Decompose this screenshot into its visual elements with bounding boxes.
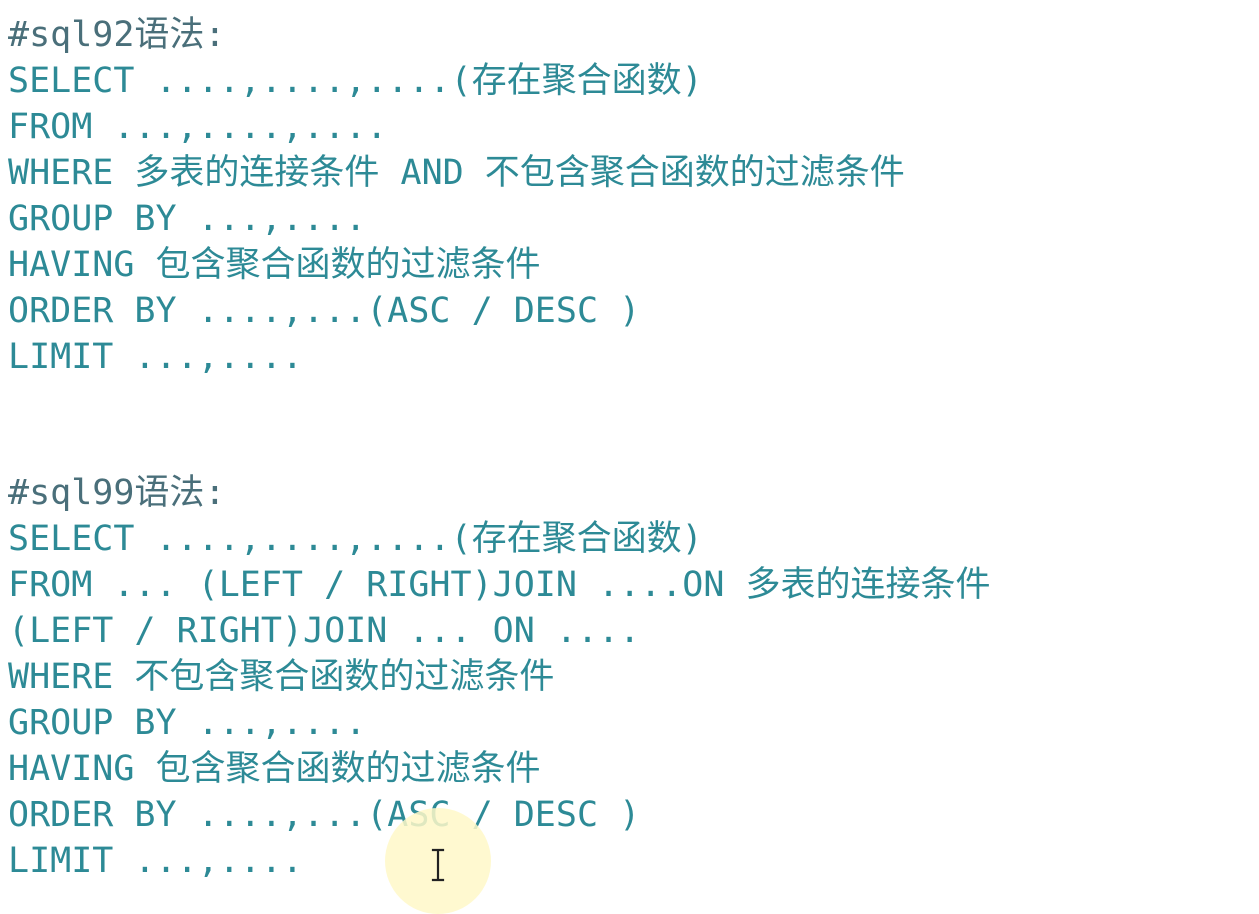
sql92-comment-line: #sql92语法: (8, 15, 226, 55)
sql92-from-line: FROM ...,....,.... (8, 107, 388, 147)
sql99-where-line: WHERE 不包含聚合函数的过滤条件 (8, 657, 555, 697)
sql92-where-line: WHERE 多表的连接条件 AND 不包含聚合函数的过滤条件 (8, 153, 905, 193)
sql99-order-by-line: ORDER BY ....,...(ASC / DESC ) (8, 795, 641, 835)
sql99-having-line: HAVING 包含聚合函数的过滤条件 (8, 749, 541, 789)
sql92-having-line: HAVING 包含聚合函数的过滤条件 (8, 245, 541, 285)
text-cursor-icon (430, 848, 446, 882)
code-editor[interactable]: #sql92语法: SELECT ....,....,....(存在聚合函数) … (0, 0, 1259, 914)
sql99-limit-line: LIMIT ...,.... (8, 841, 304, 881)
sql92-limit-line: LIMIT ...,.... (8, 337, 304, 377)
sql99-join-on-line: (LEFT / RIGHT)JOIN ... ON .... (8, 611, 641, 651)
sql92-syntax-block: #sql92语法: SELECT ....,....,....(存在聚合函数) … (8, 12, 1248, 380)
sql92-order-by-line: ORDER BY ....,...(ASC / DESC ) (8, 291, 641, 331)
sql99-from-join-line: FROM ... (LEFT / RIGHT)JOIN ....ON 多表的连接… (8, 565, 991, 605)
sql92-group-by-line: GROUP BY ...,.... (8, 199, 367, 239)
sql92-select-line: SELECT ....,....,....(存在聚合函数) (8, 61, 703, 101)
sql99-syntax-block: #sql99语法: SELECT ....,....,....(存在聚合函数) … (8, 470, 1248, 884)
sql99-comment-line: #sql99语法: (8, 473, 226, 513)
sql99-select-line: SELECT ....,....,....(存在聚合函数) (8, 519, 703, 559)
sql99-group-by-line: GROUP BY ...,.... (8, 703, 367, 743)
